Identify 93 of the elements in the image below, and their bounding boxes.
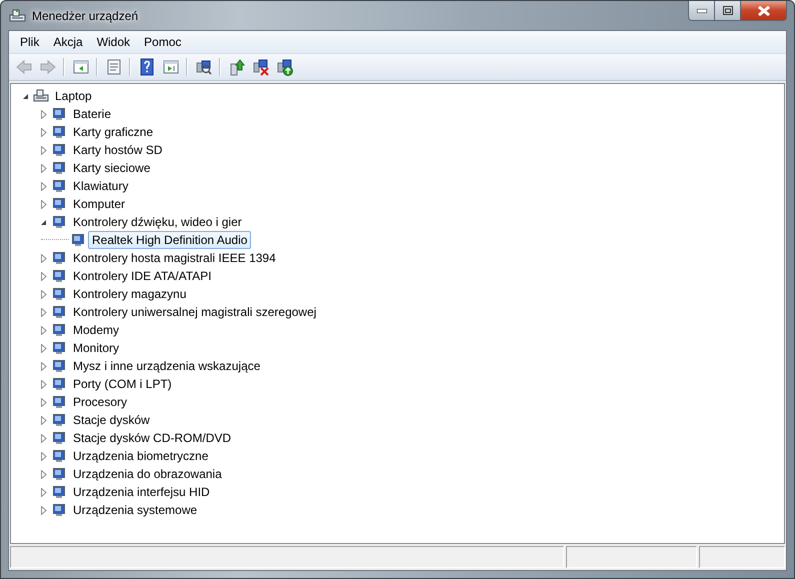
expand-arrow-icon[interactable] [39,362,48,370]
tree-item[interactable]: Realtek High Definition Audio [88,231,252,249]
device-icon [51,322,67,338]
device-icon [51,214,67,230]
device-icon [51,268,67,284]
expand-arrow-icon[interactable] [39,452,48,460]
device-icon [51,502,67,518]
device-icon [51,430,67,446]
device-icon [51,376,67,392]
tree-item[interactable]: Mysz i inne urządzenia wskazujące [69,357,264,375]
window-title: Menedżer urządzeń [32,8,138,22]
tree-item[interactable]: Kontrolery dźwięku, wideo i gier [69,213,246,231]
collapse-arrow-icon[interactable] [21,92,30,100]
enable-icon [276,58,294,76]
device-icon [51,286,67,302]
tree-item[interactable]: Stacje dysków CD-ROM/DVD [69,429,236,447]
close-icon [758,6,770,16]
expand-arrow-icon[interactable] [39,146,48,154]
tree-item[interactable]: Kontrolery IDE ATA/ATAPI [69,267,216,285]
tree-item[interactable]: Urządzenia interfejsu HID [69,483,214,501]
expand-arrow-icon[interactable] [39,398,48,406]
tree-item[interactable]: Procesory [69,393,132,411]
device-icon [51,466,67,482]
device-icon [51,412,67,428]
device-icon [51,160,67,176]
expand-arrow-icon[interactable] [39,416,48,424]
expand-arrow-icon[interactable] [39,182,48,190]
collapse-arrow-icon[interactable] [39,218,48,226]
device-icon [51,142,67,158]
expand-arrow-icon[interactable] [39,308,48,316]
tree-item[interactable]: Laptop [51,87,96,105]
device-icon [51,358,67,374]
device-icon [51,196,67,212]
pane-icon [72,58,90,76]
maximize-icon [722,6,732,15]
menu-item[interactable]: Pomoc [137,33,188,51]
tree-item[interactable]: Kontrolery magazynu [69,285,190,303]
expand-arrow-icon[interactable] [39,344,48,352]
device-icon [51,178,67,194]
tree-item[interactable]: Karty hostów SD [69,141,166,159]
tree-item[interactable]: Monitory [69,339,124,357]
forward-arrow-icon [38,58,56,76]
menu-item[interactable]: Plik [13,33,46,51]
tree-item[interactable]: Porty (COM i LPT) [69,375,176,393]
device-icon [51,340,67,356]
expand-arrow-icon[interactable] [39,434,48,442]
update-icon [228,58,246,76]
expand-arrow-icon[interactable] [39,272,48,280]
expand-arrow-icon[interactable] [39,326,48,334]
tree-item[interactable]: Urządzenia biometryczne [69,447,212,465]
properties-icon [104,58,122,76]
tree-item[interactable]: Karty graficzne [69,123,158,141]
uninstall-icon [252,58,270,76]
tree-item[interactable]: Kontrolery hosta magistrali IEEE 1394 [69,249,280,267]
tree-item[interactable]: Urządzenia systemowe [69,501,202,519]
expand-arrow-icon[interactable] [39,254,48,262]
device-icon [51,394,67,410]
tree-item[interactable]: Karty sieciowe [69,159,154,177]
expand-arrow-icon[interactable] [39,200,48,208]
close-button[interactable] [741,1,787,21]
minimize-icon [696,8,706,12]
device-icon [51,448,67,464]
device-icon [51,124,67,140]
tree-item[interactable]: Komputer [69,195,130,213]
tree-item[interactable]: Modemy [69,321,124,339]
device-icon [51,484,67,500]
expand-arrow-icon[interactable] [39,110,48,118]
expand-arrow-icon[interactable] [39,470,48,478]
expand-arrow-icon[interactable] [39,128,48,136]
device-icon [51,304,67,320]
device-icon [51,250,67,266]
back-arrow-icon [14,58,32,76]
app-icon [9,8,26,24]
tree-item[interactable]: Urządzenia do obrazowania [69,465,226,483]
expand-arrow-icon[interactable] [39,506,48,514]
expand-arrow-icon[interactable] [39,488,48,496]
scan-icon [194,58,212,76]
expand-arrow-icon[interactable] [39,164,48,172]
tree-item[interactable]: Baterie [69,105,116,123]
minimize-button[interactable] [688,1,715,21]
maximize-button[interactable] [715,1,741,21]
tree-item[interactable]: Stacje dysków [69,411,154,429]
expand-arrow-icon[interactable] [39,380,48,388]
pane-icon [162,58,180,76]
menu-item[interactable]: Akcja [46,33,90,51]
help-icon [138,58,156,76]
expand-arrow-icon[interactable] [39,290,48,298]
device-icon [70,232,86,248]
tree-item[interactable]: Klawiatury [69,177,132,195]
device-icon [33,88,49,104]
tree-item[interactable]: Kontrolery uniwersalnej magistrali szeregowej [69,303,320,321]
device-icon [51,106,67,122]
menu-item[interactable]: Widok [90,33,138,51]
